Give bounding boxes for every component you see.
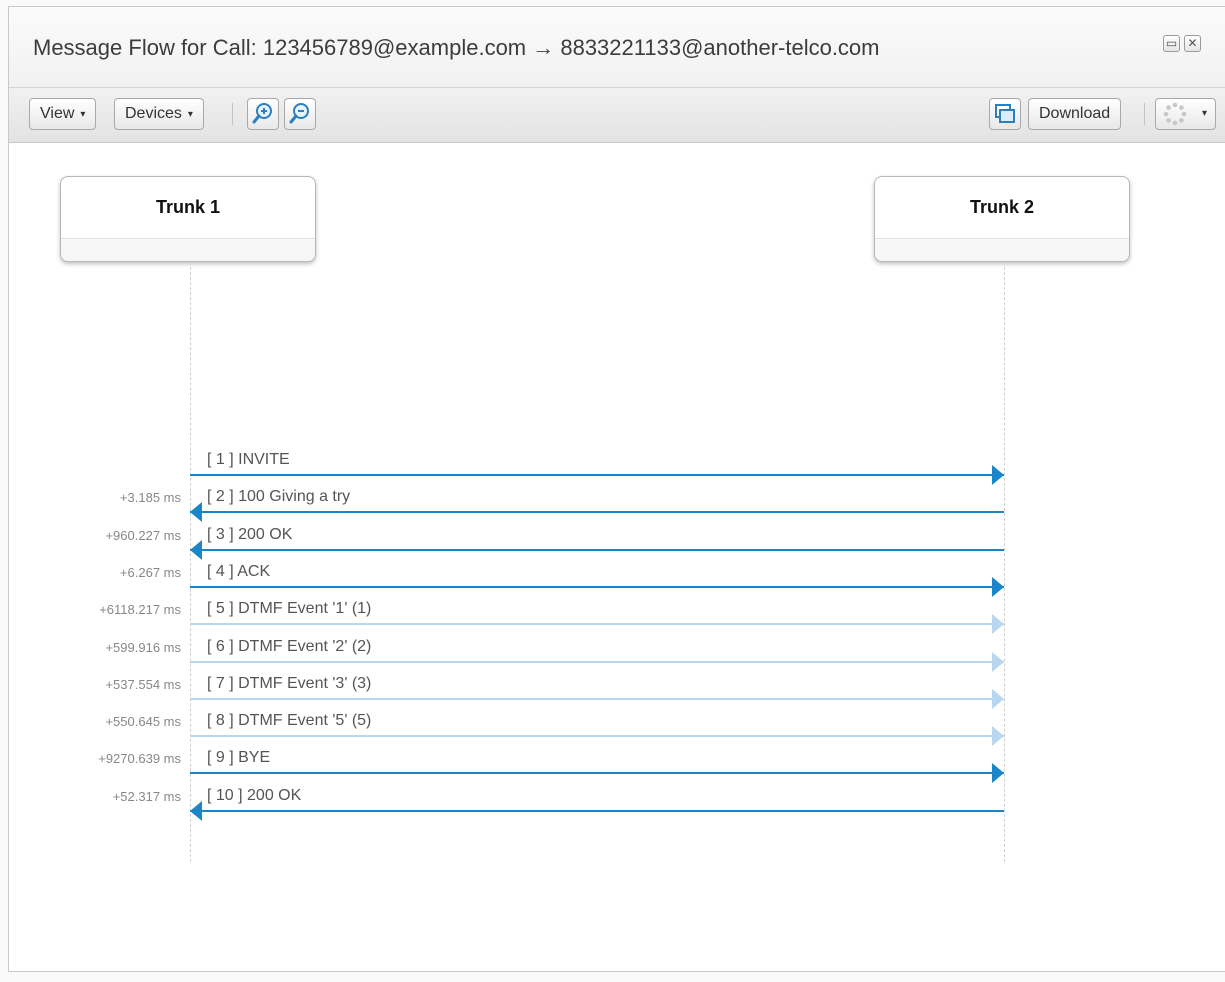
view-menu-button[interactable]: View ▾ — [29, 98, 97, 130]
gear-icon — [1163, 102, 1187, 126]
window-title: Message Flow for Call: 123456789@example… — [33, 35, 880, 60]
zoom-out-button[interactable] — [284, 98, 316, 130]
message-label[interactable]: [ 5 ] DTMF Event '1' (1) — [207, 600, 371, 618]
chevron-down-icon: ▾ — [187, 109, 193, 120]
zoom-out-icon — [289, 103, 309, 124]
popout-button[interactable] — [989, 98, 1021, 130]
arrow-right-icon — [992, 689, 1004, 709]
message-label[interactable]: [ 4 ] ACK — [207, 563, 270, 581]
settings-menu-button[interactable]: ▾ — [1155, 98, 1216, 130]
message-arrows — [190, 465, 1004, 821]
title-bar: Message Flow for Call: 123456789@example… — [9, 7, 1225, 87]
message-time-delta: +3.185 ms — [119, 490, 181, 505]
arrow-right-icon — [992, 465, 1004, 485]
message-label[interactable]: [ 9 ] BYE — [207, 749, 270, 767]
arrow-right-icon — [992, 652, 1004, 672]
message-label[interactable]: [ 6 ] DTMF Event '2' (2) — [207, 638, 371, 656]
arrow-right-icon — [992, 763, 1004, 783]
arrow-right-icon — [992, 577, 1004, 597]
message-label[interactable]: [ 2 ] 100 Giving a try — [207, 488, 350, 506]
toolbar-separator — [1144, 103, 1145, 125]
message-time-delta: +9270.639 ms — [98, 751, 181, 766]
arrow-right-icon — [992, 726, 1004, 746]
close-icon[interactable]: ✕ — [1184, 35, 1201, 52]
message-time-delta: +52.317 ms — [112, 789, 181, 804]
sequence-diagram: Trunk 1 Trunk 2 [ 1 ] INVITE[ 2 ] 100 Gi… — [9, 142, 1225, 971]
message-label[interactable]: [ 10 ] 200 OK — [207, 787, 301, 805]
message-label[interactable]: [ 1 ] INVITE — [207, 451, 290, 469]
toolbar-separator — [232, 103, 233, 125]
devices-button-label: Devices — [125, 105, 182, 122]
arrow-left-icon — [190, 801, 202, 821]
chevron-down-icon: ▾ — [80, 109, 86, 120]
message-time-delta: +960.227 ms — [105, 528, 181, 543]
maximize-icon[interactable]: ▭ — [1163, 35, 1180, 52]
message-label[interactable]: [ 3 ] 200 OK — [207, 526, 292, 544]
message-time-delta: +6118.217 ms — [99, 602, 181, 617]
devices-menu-button[interactable]: Devices ▾ — [114, 98, 204, 130]
view-button-label: View — [40, 105, 75, 122]
message-time-delta: +599.916 ms — [105, 640, 181, 655]
message-time-delta: +6.267 ms — [119, 565, 181, 580]
message-label[interactable]: [ 7 ] DTMF Event '3' (3) — [207, 675, 371, 693]
arrow-right-icon — [992, 614, 1004, 634]
chevron-down-icon: ▾ — [1202, 108, 1208, 119]
arrow-left-icon — [190, 540, 202, 560]
zoom-in-icon — [252, 103, 272, 124]
download-button[interactable]: Download — [1028, 98, 1122, 130]
windows-icon — [995, 104, 1015, 123]
toolbar: View ▾ Devices ▾ Download ▾ — [9, 87, 1225, 143]
zoom-in-button[interactable] — [247, 98, 279, 130]
message-time-delta: +537.554 ms — [105, 677, 181, 692]
arrow-left-icon — [190, 502, 202, 522]
message-time-delta: +550.645 ms — [105, 714, 181, 729]
message-label[interactable]: [ 8 ] DTMF Event '5' (5) — [207, 712, 371, 730]
message-flow-window: Message Flow for Call: 123456789@example… — [8, 6, 1225, 972]
